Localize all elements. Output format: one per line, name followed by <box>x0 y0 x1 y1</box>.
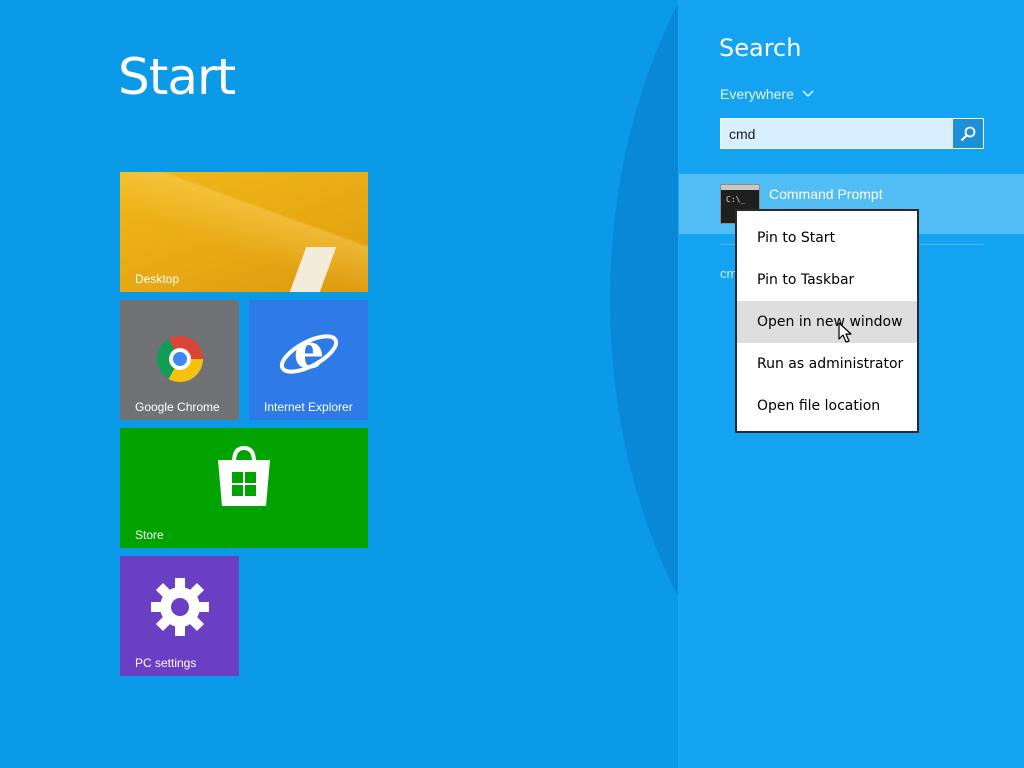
menu-item-pin-to-start[interactable]: Pin to Start <box>737 217 917 259</box>
internet-explorer-icon: e <box>279 324 339 380</box>
search-result-title: Command Prompt <box>769 186 883 202</box>
search-title: Search <box>719 34 802 62</box>
tile-google-chrome[interactable]: Google Chrome <box>120 300 239 420</box>
tile-pc-settings[interactable]: PC settings <box>120 556 239 676</box>
search-input[interactable] <box>721 119 969 148</box>
search-icon <box>960 126 976 141</box>
menu-item-run-as-administrator[interactable]: Run as administrator <box>737 343 917 385</box>
start-title: Start <box>118 48 236 106</box>
tile-store[interactable]: Store <box>120 428 368 548</box>
start-screen: Start Desktop Google Chrome e Internet E… <box>0 0 678 768</box>
search-scope-label: Everywhere <box>720 86 794 102</box>
background-swoosh <box>610 0 678 768</box>
search-box <box>720 118 984 149</box>
tile-label: PC settings <box>135 656 197 670</box>
chrome-icon <box>157 336 203 382</box>
search-scope-dropdown[interactable]: Everywhere <box>720 86 814 102</box>
tile-label: Google Chrome <box>135 400 220 414</box>
context-menu: Pin to Start Pin to Taskbar Open in new … <box>735 209 919 433</box>
tile-desktop[interactable]: Desktop <box>120 172 368 292</box>
tile-label: Desktop <box>135 272 180 286</box>
tile-label: Store <box>135 528 164 542</box>
svg-text:e: e <box>294 324 325 380</box>
search-button[interactable] <box>953 119 983 148</box>
mouse-cursor-icon <box>838 322 852 343</box>
tile-internet-explorer[interactable]: e Internet Explorer <box>249 300 368 420</box>
chevron-down-icon <box>802 90 814 97</box>
menu-item-open-in-new-window[interactable]: Open in new window <box>737 301 917 343</box>
menu-item-open-file-location[interactable]: Open file location <box>737 385 917 427</box>
gear-icon <box>151 578 209 636</box>
tile-label: Internet Explorer <box>264 400 353 414</box>
store-icon <box>218 445 270 506</box>
menu-item-pin-to-taskbar[interactable]: Pin to Taskbar <box>737 259 917 301</box>
